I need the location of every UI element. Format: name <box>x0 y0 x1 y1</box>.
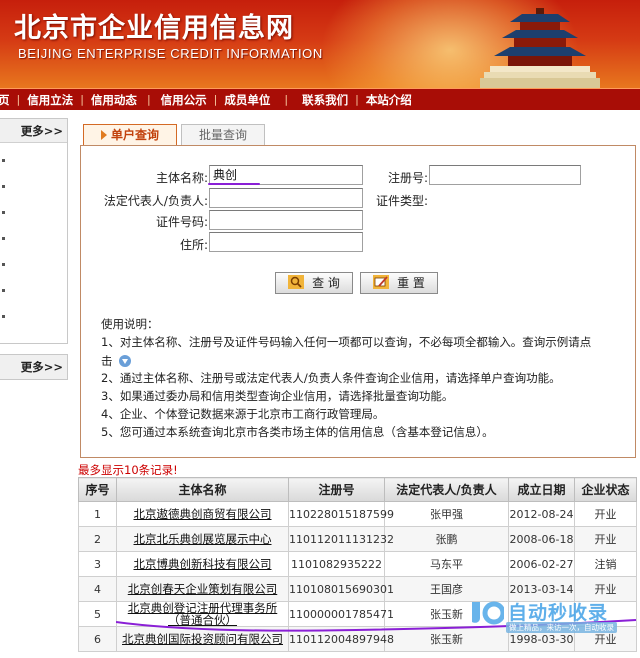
list-bullet <box>2 315 5 318</box>
reset-button-label: 重 置 <box>397 276 425 290</box>
company-name-link[interactable]: 北京创春天企业策划有限公司 <box>116 576 289 602</box>
column-header: 序号 <box>78 477 117 502</box>
established-date-cell: 2006-02-27 <box>508 551 575 577</box>
usage-heading: 使用说明： <box>101 317 159 331</box>
watermark-text: 自动秒收录 <box>508 602 609 624</box>
legal-rep-input[interactable] <box>209 188 363 208</box>
cert-no-input[interactable] <box>209 210 363 230</box>
legal-rep-label: 法定代表人/负责人: <box>103 194 208 208</box>
address-input[interactable] <box>209 232 363 252</box>
usage-line-3: 3、如果通过委办局和信用类型查询企业信用，请选择批量查询功能。 <box>101 389 454 403</box>
nav-item-contact[interactable]: 联系我们 <box>302 92 348 108</box>
list-bullet <box>2 159 5 162</box>
status-cell: 注销 <box>574 551 637 577</box>
tab-single-query[interactable]: 单户查询 <box>83 124 177 146</box>
table-row: 3 北京博典创新科技有限公司 1101082935222 马东平 2006-02… <box>78 551 637 577</box>
nav-item-members[interactable]: 成员单位 <box>224 92 270 108</box>
reg-no-cell: 1101082935222 <box>288 551 385 577</box>
row-number: 6 <box>78 626 117 652</box>
legal-rep-cell: 马东平 <box>384 551 509 577</box>
usage-line-1b-text: 击 <box>101 354 113 368</box>
subject-name-label: 主体名称: <box>155 171 208 185</box>
watermark: 自动秒收录 做上精品，来访一次，自动收录 <box>470 596 640 636</box>
list-bullet <box>2 185 5 188</box>
more-link-2[interactable]: 更多>> <box>21 360 63 374</box>
left-panel-2-header: 更多>> <box>0 354 68 380</box>
row-number: 2 <box>78 526 117 552</box>
query-button-label: 查 询 <box>312 276 340 290</box>
row-number: 5 <box>78 601 117 627</box>
legal-rep-cell: 张鹏 <box>384 526 509 552</box>
address-label: 住所: <box>179 238 208 252</box>
more-link[interactable]: 更多>> <box>21 124 63 138</box>
site-banner: 北京市企业信用信息网 BEIJING ENTERPRISE CREDIT INF… <box>0 0 640 88</box>
row-number: 4 <box>78 576 117 602</box>
status-cell: 开业 <box>574 501 637 527</box>
cert-no-label: 证件号码: <box>155 215 208 229</box>
column-header: 企业状态 <box>574 477 637 502</box>
reg-no-cell: 110108015690301 <box>288 576 394 602</box>
company-name-link[interactable]: 北京北乐典创展览展示中心 <box>116 526 289 552</box>
reg-no-cell: 110228015187599 <box>288 501 394 527</box>
usage-line-5: 5、您可通过本系统查询北京市各类市场主体的信用信息（含基本登记信息）。 <box>101 425 494 439</box>
reg-no-cell: 110112011131232 <box>288 526 394 552</box>
nav-item-home-fragment[interactable]: 页 <box>0 92 10 108</box>
watermark-logo-icon <box>472 601 504 625</box>
company-name-link[interactable]: 北京博典创新科技有限公司 <box>116 551 289 577</box>
column-header: 成立日期 <box>508 477 575 502</box>
watermark-subtext: 做上精品，来访一次，自动收录 <box>506 622 617 633</box>
usage-line-1: 1、对主体名称、注册号及证件号码输入任何一项都可以查询，不必每项全都输入。查询示… <box>101 335 592 349</box>
table-header-row: 序号 主体名称 注册号 法定代表人/负责人 成立日期 企业状态 <box>78 477 637 502</box>
list-bullet <box>2 237 5 240</box>
arrow-right-icon <box>100 130 107 140</box>
list-bullet <box>2 263 5 266</box>
site-title: 北京市企业信用信息网 <box>14 13 294 44</box>
row-number: 3 <box>78 551 117 577</box>
results-notice: 最多显示10条记录! <box>78 463 178 477</box>
left-panel: 更多>> <box>0 118 68 344</box>
temple-of-heaven-icon <box>480 8 600 88</box>
main-nav: 页 | 信用立法 | 信用动态 | 信用公示 | 成员单位 | 联系我们 | 本… <box>0 88 640 110</box>
company-name-link[interactable]: 北京遨德典创商贸有限公司 <box>116 501 289 527</box>
query-button[interactable]: 查 询 <box>275 272 353 294</box>
nav-item-credit-news[interactable]: 信用动态 <box>91 92 137 108</box>
tab-single-query-label: 单户查询 <box>110 128 159 142</box>
arrow-down-icon[interactable] <box>118 355 131 367</box>
tab-batch-query[interactable]: 批量查询 <box>181 124 265 146</box>
handwritten-underline <box>208 183 260 185</box>
site-subtitle: BEIJING ENTERPRISE CREDIT INFORMATION <box>18 46 323 61</box>
status-cell: 开业 <box>574 526 637 552</box>
usage-line-2: 2、通过主体名称、注册号或法定代表人/负责人条件查询企业信用，请选择单户查询功能… <box>101 371 561 385</box>
left-panel-header: 更多>> <box>0 119 67 143</box>
table-row: 1 北京遨德典创商贸有限公司 110228015187599 张甲强 2012-… <box>78 501 637 527</box>
usage-line-1b: 击 <box>101 353 131 369</box>
cert-type-label: 证件类型: <box>375 194 428 208</box>
usage-line-4: 4、企业、个体登记数据来源于北京市工商行政管理局。 <box>101 407 385 421</box>
nav-item-credit-public[interactable]: 信用公示 <box>161 92 207 108</box>
nav-item-credit-law[interactable]: 信用立法 <box>27 92 73 108</box>
subject-name-input[interactable]: 典创 <box>209 165 363 185</box>
pencil-icon <box>373 275 390 289</box>
reset-button[interactable]: 重 置 <box>360 272 438 294</box>
row-number: 1 <box>78 501 117 527</box>
legal-rep-cell: 张甲强 <box>384 501 509 527</box>
nav-item-about[interactable]: 本站介绍 <box>366 92 412 108</box>
established-date-cell: 2012-08-24 <box>508 501 575 527</box>
list-bullet <box>2 211 5 214</box>
column-header: 注册号 <box>288 477 385 502</box>
reg-no-label: 注册号: <box>387 171 428 185</box>
column-header: 主体名称 <box>116 477 289 502</box>
list-bullet <box>2 289 5 292</box>
established-date-cell: 2008-06-18 <box>508 526 575 552</box>
reg-no-input[interactable] <box>429 165 581 185</box>
table-row: 2 北京北乐典创展览展示中心 110112011131232 张鹏 2008-0… <box>78 526 637 552</box>
column-header: 法定代表人/负责人 <box>384 477 509 502</box>
magnifier-icon <box>288 275 305 289</box>
